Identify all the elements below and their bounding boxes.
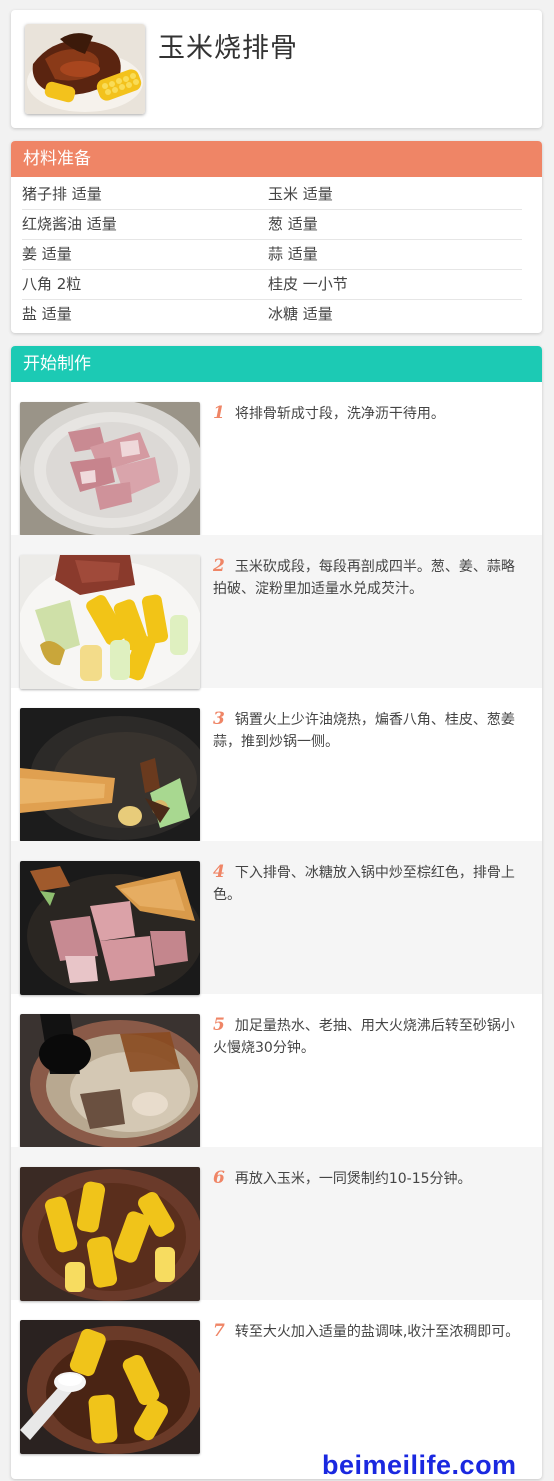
step-item: 3 锅置火上少许油烧热，煸香八角、桂皮、葱姜蒜，推到炒锅一侧。 (11, 688, 542, 842)
step-description: 4 下入排骨、冰糖放入锅中炒至棕红色，排骨上色。 (213, 861, 525, 906)
step-item: 5 加足量热水、老抽、用大火烧沸后转至砂锅小火慢烧30分钟。 (11, 994, 542, 1148)
step-number: 1 (213, 403, 225, 423)
step-description: 3 锅置火上少许油烧热，煸香八角、桂皮、葱姜蒜，推到炒锅一侧。 (213, 708, 525, 753)
step-photo[interactable] (20, 861, 200, 995)
step-photo[interactable] (20, 402, 200, 536)
ingredient-row: 八角 2粒 桂皮 一小节 (22, 270, 522, 300)
ingredient-item: 盐 适量 (22, 305, 72, 323)
step-number: 7 (213, 1321, 225, 1341)
step-photo[interactable] (20, 708, 200, 842)
watermark: beimeilife.com (322, 1450, 517, 1480)
ingredient-item: 蒜 适量 (268, 245, 318, 263)
ingredient-item: 姜 适量 (22, 245, 72, 263)
ingredient-row: 姜 适量 蒜 适量 (22, 240, 522, 270)
step-text: 锅置火上少许油烧热，煸香八角、桂皮、葱姜蒜，推到炒锅一侧。 (213, 712, 515, 750)
recipe-header-card: 玉米烧排骨 (11, 10, 542, 128)
step-number: 2 (213, 556, 225, 576)
step-description: 7 转至大火加入适量的盐调味,收汁至浓稠即可。 (213, 1320, 525, 1343)
step-photo[interactable] (20, 555, 200, 689)
step-description: 1 将排骨斩成寸段，洗净沥干待用。 (213, 402, 525, 425)
step-description: 6 再放入玉米，一同煲制约10-15分钟。 (213, 1167, 525, 1190)
ingredient-row: 盐 适量 冰糖 适量 (22, 300, 522, 329)
ingredients-card: 材料准备 猪子排 适量 玉米 适量 红烧酱油 适量 葱 适量 姜 适量 蒜 适量… (11, 141, 542, 333)
step-item: 6 再放入玉米，一同煲制约10-15分钟。 (11, 1147, 542, 1301)
step-photo[interactable] (20, 1014, 200, 1148)
ingredient-item: 玉米 适量 (268, 185, 333, 203)
dish-title: 玉米烧排骨 (158, 33, 298, 64)
step-text: 玉米砍成段，每段再剖成四半。葱、姜、蒜略拍破、淀粉里加适量水兑成芡汁。 (213, 559, 515, 597)
step-photo[interactable] (20, 1167, 200, 1301)
ingredient-row: 红烧酱油 适量 葱 适量 (22, 210, 522, 240)
ingredient-item: 桂皮 一小节 (268, 275, 348, 293)
step-item: 1 将排骨斩成寸段，洗净沥干待用。 (11, 382, 542, 536)
step-description: 2 玉米砍成段，每段再剖成四半。葱、姜、蒜略拍破、淀粉里加适量水兑成芡汁。 (213, 555, 525, 600)
step-number: 6 (213, 1168, 225, 1188)
ingredient-item: 八角 2粒 (22, 275, 82, 293)
ingredient-item: 红烧酱油 适量 (22, 215, 117, 233)
step-item: 7 转至大火加入适量的盐调味,收汁至浓稠即可。 (11, 1300, 542, 1454)
ingredients-list: 猪子排 适量 玉米 适量 红烧酱油 适量 葱 适量 姜 适量 蒜 适量 八角 2… (22, 180, 522, 329)
steps-card: 开始制作 1 将排骨斩成寸段，洗净沥干待用。 2 玉米砍成段，每段再剖成四半。葱… (11, 346, 542, 1479)
step-text: 下入排骨、冰糖放入锅中炒至棕红色，排骨上色。 (213, 865, 515, 903)
ingredient-item: 冰糖 适量 (268, 305, 333, 323)
dish-thumbnail[interactable] (25, 24, 145, 114)
step-description: 5 加足量热水、老抽、用大火烧沸后转至砂锅小火慢烧30分钟。 (213, 1014, 525, 1059)
step-number: 5 (213, 1015, 225, 1035)
step-photo[interactable] (20, 1320, 200, 1454)
ingredient-item: 猪子排 适量 (22, 185, 102, 203)
steps-header: 开始制作 (11, 346, 542, 382)
ingredients-header: 材料准备 (11, 141, 542, 177)
step-item: 4 下入排骨、冰糖放入锅中炒至棕红色，排骨上色。 (11, 841, 542, 995)
step-text: 再放入玉米，一同煲制约10-15分钟。 (234, 1171, 472, 1187)
ingredient-item: 葱 适量 (268, 215, 318, 233)
step-number: 3 (213, 709, 225, 729)
ingredient-row: 猪子排 适量 玉米 适量 (22, 180, 522, 210)
step-text: 将排骨斩成寸段，洗净沥干待用。 (234, 406, 445, 422)
step-number: 4 (213, 862, 225, 882)
step-text: 转至大火加入适量的盐调味,收汁至浓稠即可。 (234, 1324, 520, 1340)
step-text: 加足量热水、老抽、用大火烧沸后转至砂锅小火慢烧30分钟。 (213, 1018, 515, 1056)
step-item: 2 玉米砍成段，每段再剖成四半。葱、姜、蒜略拍破、淀粉里加适量水兑成芡汁。 (11, 535, 542, 689)
